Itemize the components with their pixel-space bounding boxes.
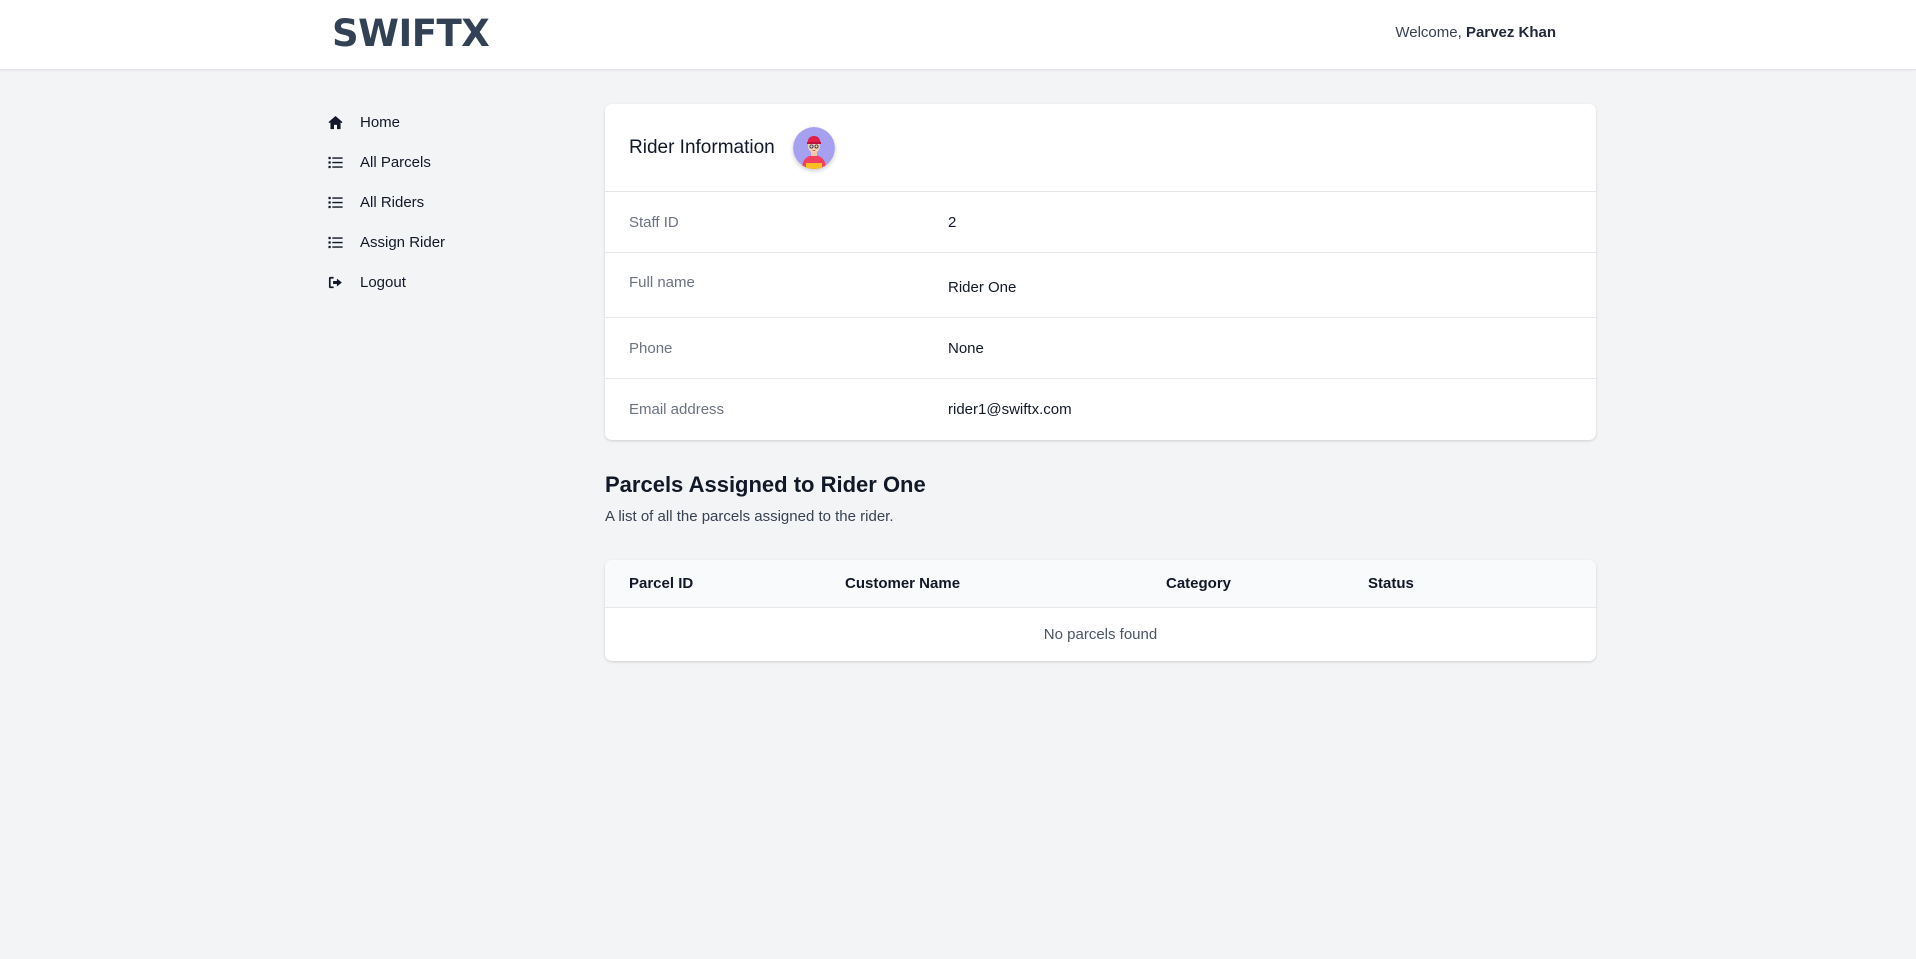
sidebar-item-label: Home — [360, 113, 401, 131]
info-row-phone: Phone None — [605, 318, 1596, 379]
sidebar-item-home[interactable]: Home — [326, 102, 586, 142]
field-value: 2 — [948, 213, 957, 231]
sidebar-item-logout[interactable]: Logout — [326, 262, 586, 302]
info-row-email: Email address rider1@swiftx.com — [605, 379, 1596, 439]
sidebar-item-label: Logout — [360, 273, 406, 291]
list-icon — [326, 153, 344, 171]
field-label: Email address — [629, 400, 725, 418]
info-row-full-name: Full name Rider One — [605, 253, 1596, 318]
sidebar-item-assign-rider[interactable]: Assign Rider — [326, 222, 586, 262]
sidebar-nav: Home All Parcels All Riders Assign Rider… — [326, 102, 586, 302]
column-header-parcel-id: Parcel ID — [629, 575, 694, 592]
rider-info-header: Rider Information — [605, 104, 1596, 192]
field-label: Staff ID — [629, 213, 679, 231]
parcels-table: Parcel ID Customer Name Category Status … — [605, 560, 1596, 661]
sidebar-item-all-parcels[interactable]: All Parcels — [326, 142, 586, 182]
logout-icon — [326, 273, 344, 291]
sidebar-item-label: All Riders — [360, 193, 425, 211]
rider-info-title: Rider Information — [629, 136, 775, 158]
sidebar-item-label: Assign Rider — [360, 233, 446, 251]
column-header-status: Status — [1368, 575, 1414, 592]
brand-logo[interactable]: SWIFTX — [332, 12, 490, 55]
field-label: Phone — [629, 339, 673, 357]
info-row-staff-id: Staff ID 2 — [605, 192, 1596, 253]
field-value: rider1@swiftx.com — [948, 400, 1072, 418]
sidebar-item-all-riders[interactable]: All Riders — [326, 182, 586, 222]
home-icon — [326, 113, 344, 131]
field-value: None — [948, 339, 984, 357]
parcels-section-subtitle: A list of all the parcels assigned to th… — [605, 508, 894, 525]
rider-avatar — [792, 126, 835, 169]
parcels-section-title: Parcels Assigned to Rider One — [605, 472, 926, 497]
list-icon — [326, 193, 344, 211]
list-icon — [326, 233, 344, 251]
top-navbar: SWIFTX Welcome, Parvez Khan — [0, 0, 1916, 70]
sidebar-item-label: All Parcels — [360, 153, 431, 171]
user-name: Parvez Khan — [1465, 24, 1556, 41]
empty-state-message: No parcels found — [1043, 625, 1158, 643]
column-header-category: Category — [1166, 575, 1232, 592]
welcome-message: Welcome, Parvez Khan — [1395, 24, 1556, 41]
field-value: Rider One — [948, 278, 1017, 296]
rider-info-card: Rider Information Staff ID 2 Full name R… — [605, 104, 1596, 440]
welcome-prefix: Welcome, — [1395, 24, 1462, 41]
table-header: Parcel ID Customer Name Category Status — [605, 560, 1596, 608]
column-header-customer-name: Customer Name — [845, 575, 961, 592]
field-label: Full name — [629, 273, 695, 291]
